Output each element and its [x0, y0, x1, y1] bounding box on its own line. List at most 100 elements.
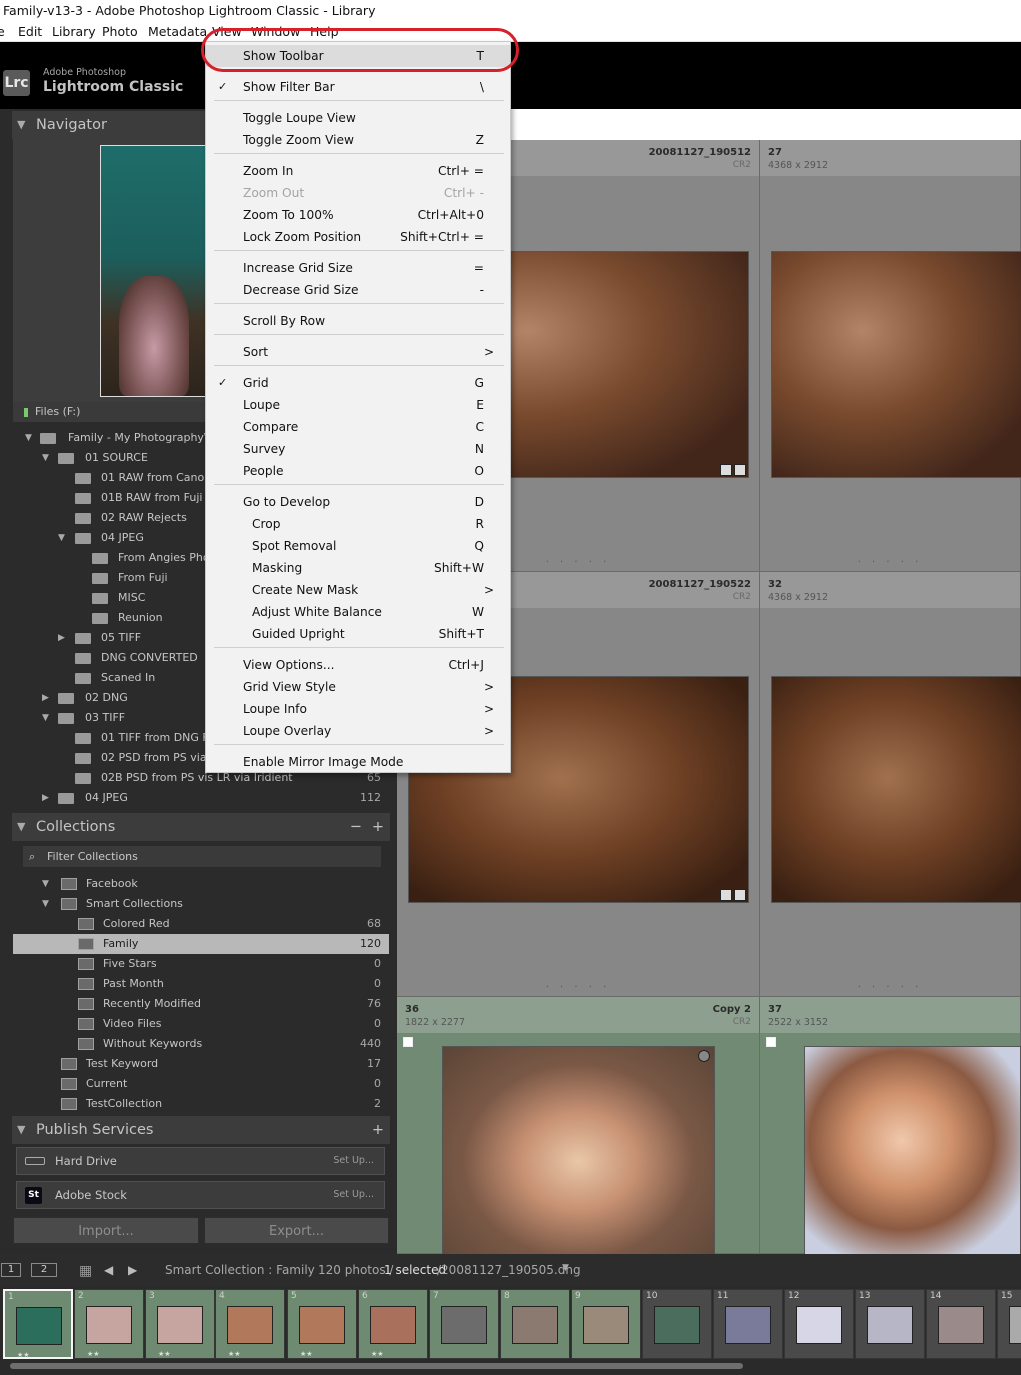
menu-item-crop[interactable]: Crop R	[206, 513, 510, 535]
menu-item-adjust-white-balance[interactable]: Adjust White Balance W	[206, 601, 510, 623]
filmstrip-thumbnail[interactable]	[16, 1307, 62, 1345]
add-publish-service-button[interactable]: +	[372, 1116, 384, 1144]
menu-item-people[interactable]: People O	[206, 460, 510, 482]
menu-item-lock-zoom-position[interactable]: Lock Zoom Position Shift+Ctrl+ =	[206, 226, 510, 248]
filmstrip-frame[interactable]: 8	[500, 1289, 570, 1359]
add-collection-button[interactable]: +	[372, 813, 384, 841]
setup-link[interactable]: Set Up...	[333, 1182, 374, 1208]
filmstrip-frame[interactable]: 11	[713, 1289, 783, 1359]
filter-collections-input[interactable]: ⌕ Filter Collections	[23, 846, 381, 867]
menu-item-toggle-loupe-view[interactable]: Toggle Loupe View	[206, 107, 510, 129]
remove-collection-button[interactable]: −	[350, 813, 362, 841]
filmstrip-thumbnail[interactable]	[86, 1306, 132, 1344]
filmstrip-frame[interactable]: 13	[855, 1289, 925, 1359]
filmstrip-frame[interactable]: 15	[997, 1289, 1021, 1359]
flag-icon[interactable]	[403, 1037, 413, 1047]
collections-header[interactable]: ▼ Collections − +	[12, 813, 390, 841]
menu-item-zoom-to-100[interactable]: Zoom To 100% Ctrl+Alt+0	[206, 204, 510, 226]
photo-thumbnail[interactable]	[442, 1046, 715, 1256]
menu-item-spot-removal[interactable]: Spot Removal Q	[206, 535, 510, 557]
collection-row[interactable]: Video Files 0	[13, 1014, 389, 1034]
filmstrip-frame[interactable]: 3 ★★	[145, 1289, 215, 1359]
forward-arrow-icon[interactable]: ▶	[128, 1263, 137, 1277]
publish-adobe-stock[interactable]: St Adobe Stock Set Up...	[16, 1181, 385, 1209]
target-icon[interactable]	[698, 1050, 710, 1062]
photo-thumbnail[interactable]	[771, 251, 1021, 478]
filmstrip-frame[interactable]: 6 ★★	[358, 1289, 428, 1359]
filmstrip-frame[interactable]: 9	[571, 1289, 641, 1359]
photo-thumbnail[interactable]	[771, 676, 1021, 903]
menu-item-view-options[interactable]: View Options... Ctrl+J	[206, 654, 510, 676]
menu-edit[interactable]: Edit	[18, 24, 42, 39]
filmstrip-thumbnail[interactable]	[227, 1306, 273, 1344]
expand-triangle-icon[interactable]: ▼	[42, 874, 49, 894]
grid-cell[interactable]: 37 2522 x 3152	[760, 997, 1021, 1256]
collapse-triangle-icon[interactable]: ▶	[58, 628, 65, 648]
grid-cell[interactable]: 27 4368 x 2912 . . . . .	[760, 140, 1021, 572]
grid-cell[interactable]: 32 4368 x 2912 . . . . .	[760, 572, 1021, 997]
filmstrip-frame[interactable]: 4 ★★	[215, 1289, 285, 1359]
collection-row[interactable]: Recently Modified 76	[13, 994, 389, 1014]
menu-item-show-filter-bar[interactable]: ✓ Show Filter Bar \	[206, 76, 510, 98]
collection-row[interactable]: ▼ Smart Collections	[13, 894, 389, 914]
collection-row[interactable]: Five Stars 0	[13, 954, 389, 974]
menu-item-loupe-info[interactable]: Loupe Info >	[206, 698, 510, 720]
source-label[interactable]: Smart Collection : Family	[165, 1263, 315, 1277]
expand-triangle-icon[interactable]: ▼	[42, 894, 49, 914]
filmstrip-thumbnail[interactable]	[938, 1306, 984, 1344]
selected-filename[interactable]: /20081127_190505.dng	[437, 1263, 581, 1277]
navigator-thumbnail[interactable]	[100, 145, 206, 397]
menu-item-grid-view-style[interactable]: Grid View Style >	[206, 676, 510, 698]
collection-row-selected[interactable]: Family 120	[13, 934, 389, 954]
filmstrip-scrollbar[interactable]	[10, 1363, 743, 1369]
filmstrip-frame[interactable]: 5 ★★	[287, 1289, 357, 1359]
menu-photo[interactable]: Photo	[102, 24, 138, 39]
menu-item-toggle-zoom-view[interactable]: Toggle Zoom View Z	[206, 129, 510, 151]
collection-row[interactable]: Past Month 0	[13, 974, 389, 994]
filmstrip-thumbnail[interactable]	[1009, 1306, 1021, 1344]
filmstrip-frame[interactable]: 7	[429, 1289, 499, 1359]
filmstrip-thumbnail[interactable]	[512, 1306, 558, 1344]
filmstrip-frame[interactable]: 2 ★★	[74, 1289, 144, 1359]
filmstrip-frame[interactable]: 14	[926, 1289, 996, 1359]
menu-item-sort[interactable]: Sort >	[206, 341, 510, 363]
collapse-triangle-icon[interactable]: ▶	[42, 788, 49, 808]
menu-item-guided-upright[interactable]: Guided Upright Shift+T	[206, 623, 510, 645]
menu-item-increase-grid-size[interactable]: Increase Grid Size =	[206, 257, 510, 279]
filmstrip-thumbnail[interactable]	[441, 1306, 487, 1344]
menu-item-grid[interactable]: ✓ Grid G	[206, 372, 510, 394]
menu-item-loupe[interactable]: Loupe E	[206, 394, 510, 416]
filmstrip-frame[interactable]: 12	[784, 1289, 854, 1359]
publish-services-header[interactable]: ▼ Publish Services +	[12, 1116, 390, 1144]
menu-item-create-new-mask[interactable]: Create New Mask >	[206, 579, 510, 601]
publish-hard-drive[interactable]: Hard Drive Set Up...	[16, 1147, 385, 1175]
filmstrip-thumbnail[interactable]	[299, 1306, 345, 1344]
menu-item-loupe-overlay[interactable]: Loupe Overlay >	[206, 720, 510, 742]
setup-link[interactable]: Set Up...	[333, 1148, 374, 1174]
filmstrip-thumbnail[interactable]	[157, 1306, 203, 1344]
filmstrip-frame[interactable]: 10	[642, 1289, 712, 1359]
primary-view-button[interactable]: 1	[1, 1263, 21, 1277]
collapse-triangle-icon[interactable]: ▶	[42, 688, 49, 708]
menu-item-go-to-develop[interactable]: Go to Develop D	[206, 491, 510, 513]
collection-row[interactable]: Test Keyword 17	[13, 1054, 389, 1074]
folder-row[interactable]: ▶ 04 JPEG 112	[13, 788, 389, 808]
menu-item-zoom-in[interactable]: Zoom In Ctrl+ =	[206, 160, 510, 182]
menu-library[interactable]: Library	[52, 24, 96, 39]
back-arrow-icon[interactable]: ◀	[104, 1263, 113, 1277]
menu-file-fragment[interactable]: e	[0, 24, 5, 39]
expand-triangle-icon[interactable]: ▼	[42, 708, 49, 728]
import-button[interactable]: Import...	[13, 1217, 199, 1244]
export-button[interactable]: Export...	[204, 1217, 389, 1244]
menu-metadata[interactable]: Metadata	[148, 24, 207, 39]
menu-item-survey[interactable]: Survey N	[206, 438, 510, 460]
filmstrip-thumbnail[interactable]	[725, 1306, 771, 1344]
menu-item-decrease-grid-size[interactable]: Decrease Grid Size -	[206, 279, 510, 301]
expand-triangle-icon[interactable]: ▼	[58, 528, 65, 548]
menu-item-scroll-by-row[interactable]: Scroll By Row	[206, 310, 510, 332]
filmstrip-thumbnail[interactable]	[583, 1306, 629, 1344]
menu-item-compare[interactable]: Compare C	[206, 416, 510, 438]
grid-view-icon[interactable]: ▦	[79, 1263, 92, 1279]
collection-row[interactable]: Current 0	[13, 1074, 389, 1094]
filmstrip-thumbnail[interactable]	[867, 1306, 913, 1344]
